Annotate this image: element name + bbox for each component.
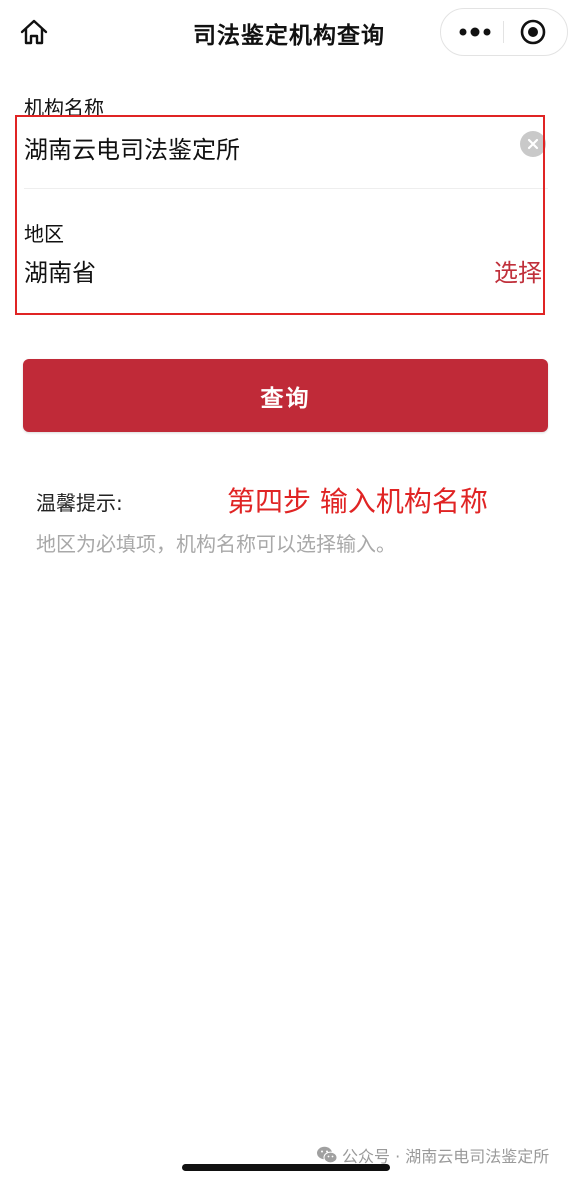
capsule-divider bbox=[503, 21, 504, 43]
wechat-icon bbox=[317, 1146, 338, 1164]
more-dots-icon bbox=[459, 27, 491, 37]
top-nav-bar: 司法鉴定机构查询 bbox=[0, 0, 578, 64]
close-miniprogram-button[interactable] bbox=[507, 15, 559, 49]
tips-text: 地区为必填项，机构名称可以选择输入。 bbox=[36, 532, 396, 556]
query-button[interactable]: 查询 bbox=[23, 359, 548, 432]
miniprogram-close-icon bbox=[520, 19, 546, 45]
more-button[interactable] bbox=[449, 15, 501, 49]
tips-title: 温馨提示: bbox=[36, 491, 123, 515]
step-annotation: 第四步 输入机构名称 bbox=[227, 485, 488, 518]
home-indicator bbox=[182, 1164, 390, 1171]
miniprogram-capsule bbox=[440, 8, 568, 56]
annotation-highlight-box bbox=[15, 115, 545, 315]
